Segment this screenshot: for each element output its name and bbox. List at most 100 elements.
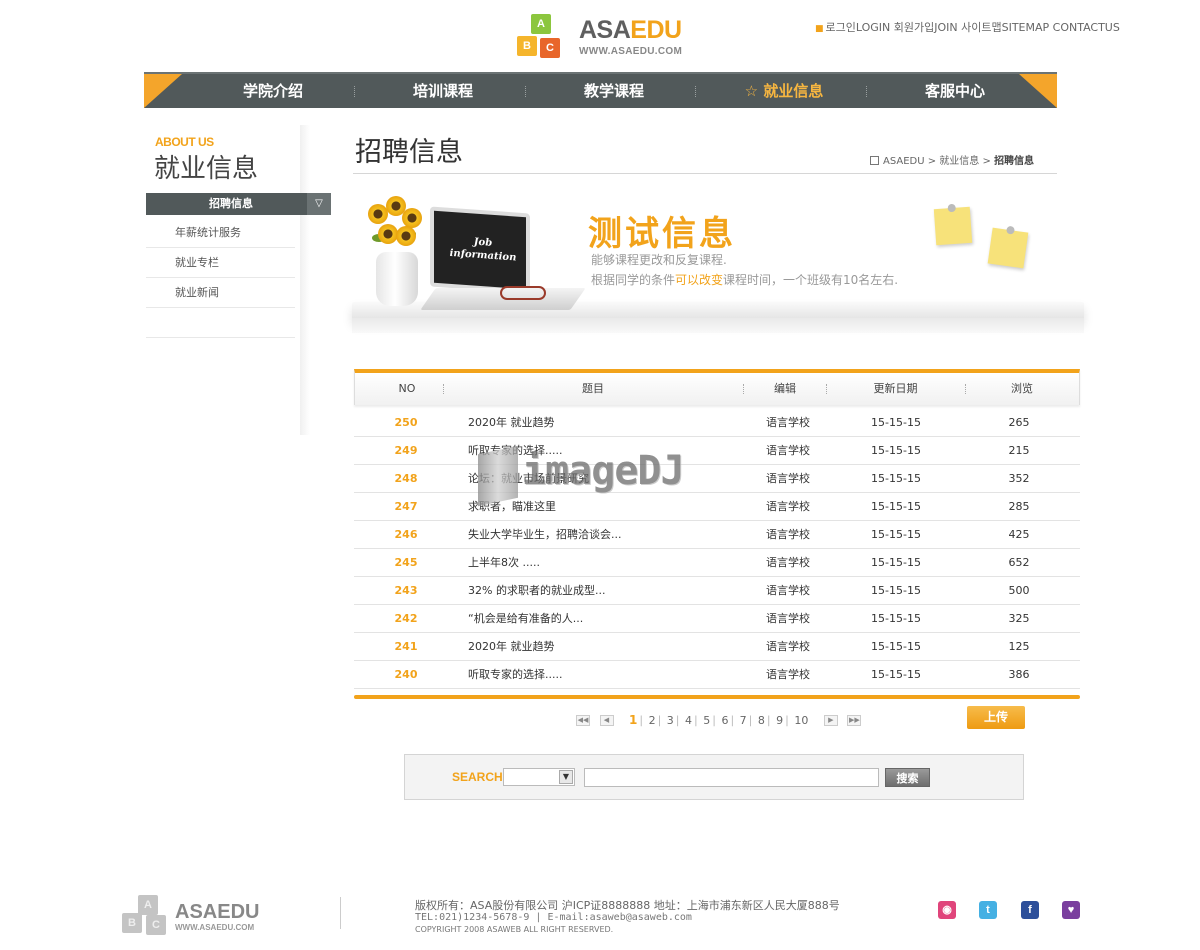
job-table: NO 题目 编辑 更新日期 浏览 250 2020年 就业趋势 语言学校 15-15-…	[354, 369, 1080, 699]
pagination: ◀◀ ◀ 1 | 2 | 3 | 4 | 5 | 6 | 7 | 8 | 9 | 10 ▶ ▶▶	[576, 713, 862, 727]
col-header-views: 浏览	[1011, 382, 1033, 395]
table-row[interactable]: 245 上半年8次 ..... 语言学校 15-15-15 652	[354, 549, 1080, 577]
footer-contact-line: TEL:021)1234-5678-9 | E-mail:asaweb@asaw…	[415, 912, 692, 923]
cell-title-link[interactable]: 2020年 就业趋势	[468, 633, 738, 661]
table-header: NO 题目 编辑 更新日期 浏览	[354, 369, 1080, 405]
chevron-left-icon[interactable]: ◀	[599, 714, 614, 726]
logo-block-c: C	[540, 38, 560, 58]
footer-logo[interactable]: A B C ASAEDU WWW.ASAEDU.COM	[120, 895, 280, 935]
cell-no: 242	[394, 612, 418, 625]
cell-date: 15-15-15	[871, 528, 921, 541]
sidebar-item-label: 招聘信息	[209, 197, 253, 210]
search-input[interactable]	[584, 768, 879, 787]
shelf-front	[352, 318, 1084, 333]
page-1[interactable]: 1	[629, 713, 637, 727]
table-row[interactable]: 246 失业大学毕业生，招聘洽谈会... 语言学校 15-15-15 425	[354, 521, 1080, 549]
page-10[interactable]: 10	[794, 714, 808, 727]
sidebar-item-column[interactable]: 就业专栏	[146, 248, 295, 278]
cell-title-link[interactable]: 失业大学毕业生，招聘洽谈会...	[468, 521, 738, 549]
table-row[interactable]: 240 听取专家的选择..... 语言学校 15-15-15 386	[354, 661, 1080, 689]
cell-title-link[interactable]: 32% 的求职者的就业成型...	[468, 577, 738, 605]
col-header-date: 更新日期	[873, 382, 918, 395]
cell-editor: 语言学校	[766, 416, 810, 429]
page-2[interactable]: 2	[649, 714, 656, 727]
sidebar-item-salary[interactable]: 年薪统计服务	[146, 218, 295, 248]
laptop-screen-text: Job information	[449, 236, 517, 264]
page-3[interactable]: 3	[667, 714, 674, 727]
me2day-icon[interactable]: ♥	[1062, 901, 1080, 919]
banner-headline: 测试信息	[588, 214, 736, 254]
nav-item-employment[interactable]: ☆ 就业信息	[699, 74, 869, 108]
cell-date: 15-15-15	[871, 556, 921, 569]
breadcrumb-home[interactable]: ASAEDU	[883, 156, 925, 167]
bullet-icon: ■	[815, 24, 824, 34]
cell-title-link[interactable]: “机会是给有准备的人...	[468, 605, 738, 633]
facebook-icon[interactable]: f	[1021, 901, 1039, 919]
logo-text: ASAEDU	[579, 16, 682, 44]
nav-divider	[354, 86, 355, 97]
col-header-title: 题目	[582, 382, 604, 395]
page-4[interactable]: 4	[685, 714, 692, 727]
page-7[interactable]: 7	[740, 714, 747, 727]
sidebar-item-recruitment[interactable]: 招聘信息 ▽	[146, 193, 331, 215]
nav-item-training[interactable]: 培训课程	[358, 74, 528, 108]
sidebar-title: 就业信息	[154, 154, 259, 184]
nav-item-courses[interactable]: 教学课程	[529, 74, 699, 108]
site-logo[interactable]: A B C ASAEDU WWW.ASAEDU.COM	[515, 14, 695, 62]
sidebar-about-label: ABOUT US	[155, 135, 214, 149]
cell-date: 15-15-15	[871, 500, 921, 513]
search-label: SEARCH	[452, 770, 503, 784]
nav-item-service[interactable]: 客服中心	[870, 74, 1040, 108]
footer-logo-url: WWW.ASAEDU.COM	[175, 923, 255, 932]
cell-no: 245	[394, 556, 418, 569]
chevron-down-icon[interactable]: ▼	[559, 770, 573, 784]
twitter-icon[interactable]: t	[979, 901, 997, 919]
cell-title-link[interactable]: 上半年8次 .....	[468, 549, 738, 577]
page-8[interactable]: 8	[758, 714, 765, 727]
cell-no: 250	[394, 416, 418, 429]
col-header-editor: 编辑	[774, 382, 796, 395]
table-row[interactable]: 241 2020年 就业趋势 语言学校 15-15-15 125	[354, 633, 1080, 661]
banner-line-2: 根据同学的条件可以改变课程时间，一个班级有10名左右.	[591, 273, 899, 287]
double-chevron-left-icon[interactable]: ◀◀	[576, 714, 590, 726]
cell-editor: 语言学校	[766, 472, 810, 485]
table-row[interactable]: 243 32% 的求职者的就业成型... 语言学校 15-15-15 500	[354, 577, 1080, 605]
search-category-select[interactable]: ▼	[503, 768, 575, 786]
page-5[interactable]: 5	[703, 714, 710, 727]
page-9[interactable]: 9	[776, 714, 783, 727]
nav-item-about[interactable]: 学院介绍	[188, 74, 358, 108]
glasses-image	[500, 286, 546, 300]
search-button[interactable]: 搜索	[885, 768, 930, 787]
logo-block-a: A	[531, 14, 551, 34]
cell-title-link[interactable]: 听取专家的选择.....	[468, 661, 738, 689]
cell-views: 325	[1008, 612, 1030, 625]
cell-views: 352	[1008, 472, 1030, 485]
cell-date: 15-15-15	[871, 640, 921, 653]
abc-blocks-icon: A B C	[515, 14, 573, 62]
table-row[interactable]: 250 2020年 就业趋势 语言学校 15-15-15 265	[354, 409, 1080, 437]
table-row[interactable]: 242 “机会是给有准备的人... 语言学校 15-15-15 325	[354, 605, 1080, 633]
cell-editor: 语言学校	[766, 444, 810, 457]
sidebar-shadow	[300, 125, 310, 435]
breadcrumb-section[interactable]: 就业信息	[939, 156, 979, 167]
cell-views: 500	[1008, 584, 1030, 597]
cell-views: 652	[1008, 556, 1030, 569]
logo-url: WWW.ASAEDU.COM	[579, 46, 683, 57]
cell-no: 248	[394, 472, 418, 485]
cell-title-link[interactable]: 2020年 就业趋势	[468, 409, 738, 437]
sidebar-item-news[interactable]: 就业新闻	[146, 278, 295, 308]
cell-date: 15-15-15	[871, 472, 921, 485]
chevron-right-icon[interactable]: ▶	[823, 714, 838, 726]
cell-no: 243	[394, 584, 418, 597]
star-icon: ☆	[744, 82, 764, 100]
table-footer-bar	[354, 695, 1080, 699]
upload-button[interactable]: 上传	[967, 706, 1025, 729]
page-6[interactable]: 6	[721, 714, 728, 727]
cell-no: 246	[394, 528, 418, 541]
top-links[interactable]: ■ 로그인LOGIN 회원가입JOIN 사이트맵SITEMAP CONTACTUS	[815, 19, 1120, 35]
cell-views: 386	[1008, 668, 1030, 681]
cyworld-icon[interactable]: ◉	[938, 901, 956, 919]
double-chevron-right-icon[interactable]: ▶▶	[847, 714, 862, 726]
nav-divider	[525, 86, 526, 97]
footer-logo-block-b: B	[122, 913, 142, 933]
